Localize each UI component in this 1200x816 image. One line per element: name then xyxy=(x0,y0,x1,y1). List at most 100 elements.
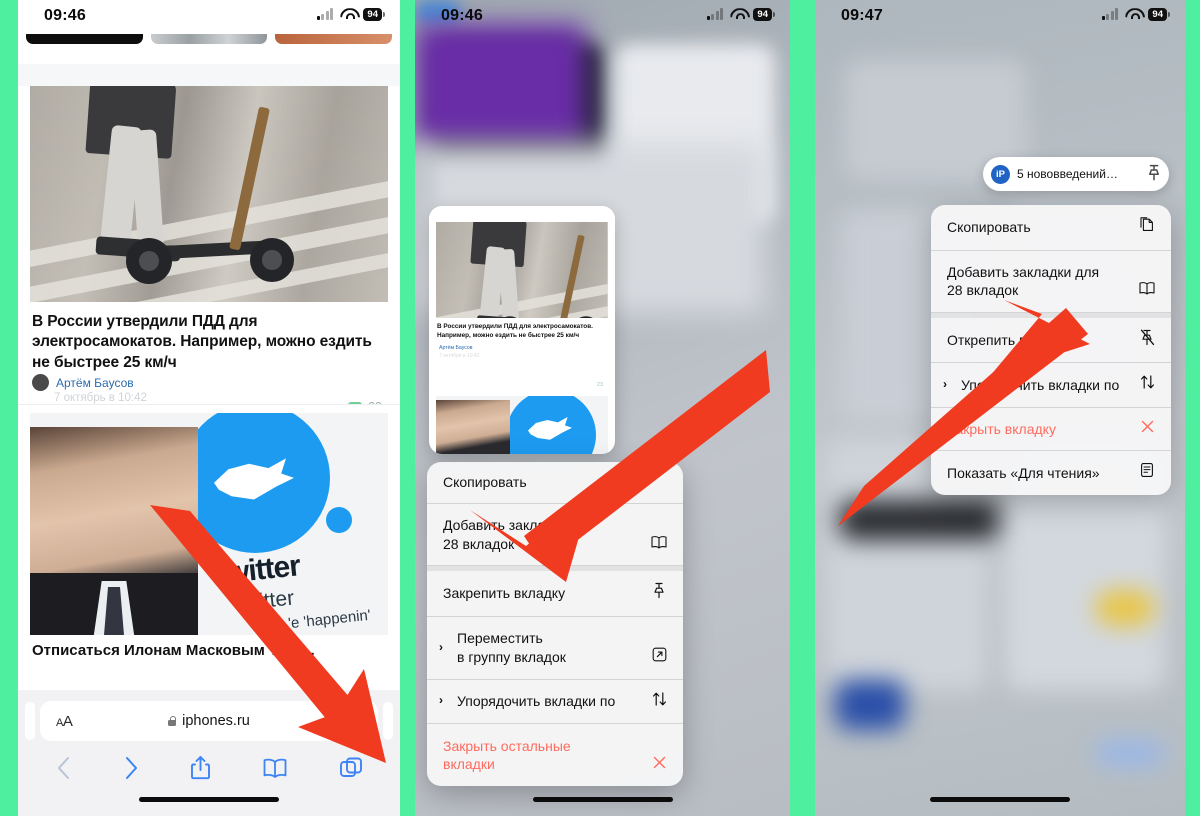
tab-preview-author: Артём Баусов xyxy=(439,345,473,352)
battery-icon: 94 xyxy=(363,8,385,21)
tab-context-menu[interactable]: Скопировать Добавить закладки 28 вкладок… xyxy=(427,462,683,786)
back-button[interactable] xyxy=(56,755,72,786)
status-indicators: 94 xyxy=(1101,8,1170,21)
selected-tab-card[interactable]: В России утвердили ПДД для электросамока… xyxy=(429,206,615,454)
wifi-icon xyxy=(730,8,746,20)
tab-preview-title: В России утвердили ПДД для электросамока… xyxy=(437,323,593,339)
tabs-icon[interactable] xyxy=(339,756,363,785)
green-divider-2 xyxy=(790,0,815,816)
status-indicators: 94 xyxy=(706,8,775,21)
pinned-tab-pill[interactable]: iP 5 нововведений… xyxy=(983,157,1169,191)
elon-musk-twitter-photo: witter witter 'e 'happenin' xyxy=(30,413,388,635)
blurred-dark-strip xyxy=(839,500,999,540)
article-author[interactable]: Артём Баусов xyxy=(56,376,134,390)
pin-icon xyxy=(1147,164,1161,184)
site-favicon: iP xyxy=(991,164,1010,184)
article-date: 7 октябрь в 10:42 xyxy=(54,392,147,404)
cellular-signal-icon xyxy=(1101,8,1119,21)
blurred-blue-block xyxy=(835,680,905,730)
menu-item-add-bookmarks[interactable]: Добавить закладки 28 вкладок xyxy=(427,504,683,566)
menu-item-sort-tabs[interactable]: › Упорядочить вкладки по xyxy=(931,363,1171,408)
green-border-right xyxy=(1185,0,1200,816)
menu-item-label: Закрыть вкладку xyxy=(947,420,1056,437)
menu-item-label: Упорядочить вкладки по xyxy=(961,376,1120,393)
url-display[interactable]: iphones.ru xyxy=(40,713,378,729)
home-indicator[interactable] xyxy=(930,797,1070,802)
menu-item-close-tab[interactable]: Закрыть вкладку xyxy=(931,408,1171,451)
chevron-right-icon: › xyxy=(943,376,947,391)
safari-toolbar xyxy=(18,748,400,792)
cellular-signal-icon xyxy=(316,8,334,21)
article-title[interactable]: В России утвердили ПДД для электросамока… xyxy=(32,312,386,373)
tab-preview-comments: 23 xyxy=(596,382,603,388)
article-title-2[interactable]: Отписаться Илонам Масковым Твит... xyxy=(32,641,386,661)
pinned-tab-context-menu[interactable]: Скопировать Добавить закладки для 28 вкл… xyxy=(931,205,1171,495)
menu-item-close-other-tabs[interactable]: Закрыть остальные вкладки xyxy=(427,724,683,786)
close-x-icon xyxy=(648,735,670,775)
unpin-icon xyxy=(1136,329,1158,352)
menu-item-label: Переместить в группу вкладок xyxy=(457,630,566,665)
tab-preview-date: 7 октября в 10:42 xyxy=(439,353,480,360)
lock-icon xyxy=(168,716,177,726)
menu-item-pin-tab[interactable]: Закрепить вкладку xyxy=(427,566,683,617)
sort-icon xyxy=(648,691,670,713)
green-divider-1 xyxy=(400,0,415,816)
status-bar-panel2: 09:46 94 xyxy=(415,0,790,34)
tab-strip-peek[interactable] xyxy=(18,34,400,64)
menu-item-label: Открепить вкладку xyxy=(947,331,1071,348)
menu-item-unpin-tab[interactable]: Открепить вкладку xyxy=(931,312,1171,363)
panel-tab-switcher: 09:46 94 В России утвердили ПДД для элек… xyxy=(415,0,790,816)
home-indicator[interactable] xyxy=(139,797,279,802)
status-bar-panel1: 09:46 94 xyxy=(18,0,400,34)
status-bar-panel3: 09:47 94 xyxy=(815,0,1185,34)
page-spacer xyxy=(18,64,400,86)
blurred-purple-card xyxy=(415,24,585,144)
reader-view-icon xyxy=(1136,462,1158,484)
adjacent-tab-left[interactable] xyxy=(25,702,35,740)
book-icon xyxy=(1136,262,1158,301)
menu-item-label: Скопировать xyxy=(947,219,1031,236)
share-icon[interactable] xyxy=(190,755,211,786)
tab-peek-1[interactable] xyxy=(26,34,143,44)
menu-item-label: Добавить закладки для 28 вкладок xyxy=(947,263,1100,298)
article-card-musk[interactable]: witter witter 'e 'happenin' Отписаться И… xyxy=(18,404,400,666)
home-indicator[interactable] xyxy=(532,797,673,802)
blurred-blue-strip xyxy=(1095,740,1165,766)
menu-item-move-to-group[interactable]: › Переместить в группу вкладок xyxy=(427,617,683,680)
cellular-signal-icon xyxy=(706,8,724,21)
menu-item-add-bookmarks[interactable]: Добавить закладки для 28 вкладок xyxy=(931,251,1171,313)
forward-button[interactable] xyxy=(123,755,139,786)
menu-item-label: Показать «Для чтения» xyxy=(947,464,1100,481)
menu-item-copy[interactable]: Скопировать xyxy=(427,462,683,504)
menu-item-copy[interactable]: Скопировать xyxy=(931,205,1171,251)
article-card-scooter[interactable]: В России утвердили ПДД для электросамока… xyxy=(18,86,400,416)
blurred-yellow-chip xyxy=(1095,590,1155,626)
safari-bottom-bar: AAAA iphones.ru ⟳ xyxy=(18,690,400,816)
pin-icon xyxy=(648,582,670,605)
close-x-icon xyxy=(1136,419,1158,440)
pinned-tab-title: 5 нововведений… xyxy=(1017,167,1118,181)
wifi-icon xyxy=(340,8,356,20)
address-bar[interactable]: AAAA iphones.ru ⟳ xyxy=(40,701,378,741)
green-border-left xyxy=(0,0,18,816)
tab-peek-2[interactable] xyxy=(150,34,268,44)
tab-peek-3[interactable] xyxy=(275,34,393,44)
bookmarks-icon[interactable] xyxy=(262,757,288,784)
status-time: 09:46 xyxy=(44,7,86,24)
battery-icon: 94 xyxy=(1148,8,1170,21)
chevron-right-icon: › xyxy=(439,639,443,654)
reload-icon[interactable]: ⟳ xyxy=(348,711,362,731)
avatar xyxy=(32,374,49,391)
electric-scooter-photo-mini xyxy=(436,222,608,318)
status-time: 09:47 xyxy=(841,7,883,24)
menu-item-show-reader[interactable]: Показать «Для чтения» xyxy=(931,451,1171,495)
status-indicators: 94 xyxy=(316,8,385,21)
screenshot-stage: 09:46 94 В России утвердили ПДД для элек… xyxy=(0,0,1200,816)
menu-item-label: Закрыть остальные вкладки xyxy=(443,737,571,772)
menu-item-sort-tabs[interactable]: › Упорядочить вкладки по xyxy=(427,680,683,724)
menu-item-label: Упорядочить вкладки по xyxy=(457,693,616,710)
article-author-row: Артём Баусов xyxy=(32,374,134,391)
url-row: AAAA iphones.ru ⟳ xyxy=(18,700,400,742)
sort-icon xyxy=(1136,374,1158,396)
adjacent-tab-right[interactable] xyxy=(383,702,393,740)
